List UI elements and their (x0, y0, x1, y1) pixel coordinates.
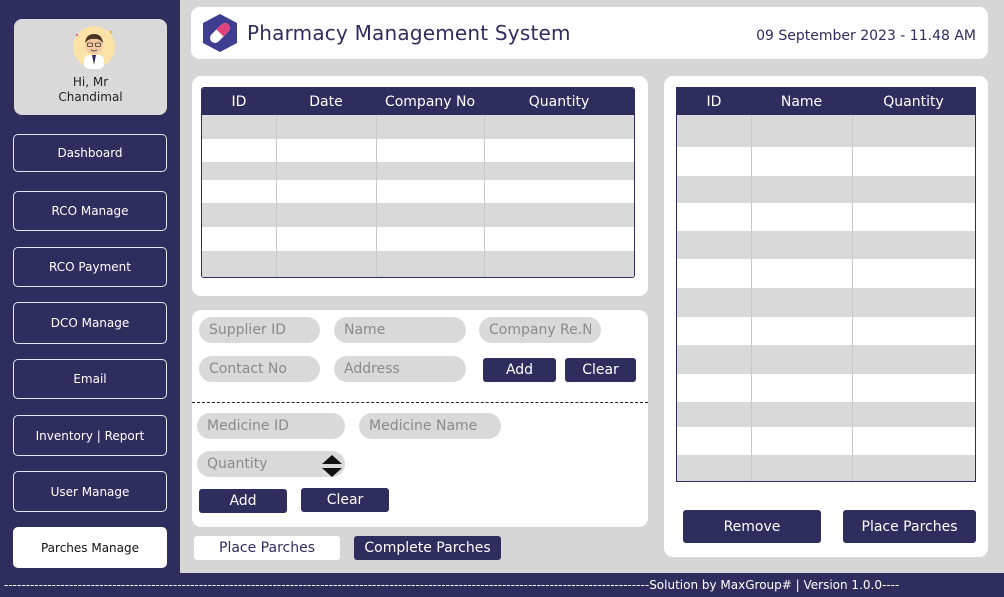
footer-dashes-right: ---- (881, 578, 900, 592)
main-panel: Pharmacy Management System 09 September … (180, 0, 1004, 573)
table-row[interactable] (677, 176, 975, 203)
nav-dashboard-button[interactable]: Dashboard (13, 134, 167, 172)
table-row[interactable] (677, 231, 975, 259)
nav-inventory-report-button[interactable]: Inventory | Report (13, 415, 167, 456)
col-quantity: Quantity (852, 88, 975, 115)
supplier-id-input[interactable] (199, 317, 320, 343)
order-table-header: ID Date Company No Quantity (202, 88, 634, 115)
name-input[interactable] (334, 317, 466, 343)
company-reg-input[interactable] (479, 317, 601, 343)
table-row[interactable] (677, 345, 975, 374)
table-row[interactable] (677, 147, 975, 176)
greeting-text: Hi, Mr (72, 75, 109, 89)
item-table-card: ID Name Quantity Remove Place Parches (664, 76, 988, 557)
remove-button[interactable]: Remove (683, 510, 821, 543)
complete-parches-button[interactable]: Complete Parches (354, 536, 501, 560)
table-row[interactable] (677, 455, 975, 481)
nav-parches-manage-button[interactable]: Parches Manage (13, 527, 167, 568)
nav-rco-manage-button[interactable]: RCO Manage (13, 191, 167, 231)
col-date: Date (276, 88, 376, 115)
footer-dashes-left: ----------------------------------------… (4, 578, 650, 592)
address-input[interactable] (334, 356, 466, 382)
place-parches-confirm-button[interactable]: Place Parches (843, 510, 976, 543)
medicine-add-button[interactable]: Add (199, 489, 287, 513)
table-row[interactable] (677, 374, 975, 402)
medicine-name-input[interactable] (359, 413, 501, 439)
form-divider (192, 402, 648, 403)
col-company-no: Company No (376, 88, 484, 115)
app-title: Pharmacy Management System (247, 21, 571, 45)
contact-no-input[interactable] (199, 356, 320, 382)
table-row[interactable] (202, 251, 634, 277)
place-parches-button[interactable]: Place Parches (194, 536, 340, 560)
nav-rco-payment-button[interactable]: RCO Payment (13, 247, 167, 287)
table-row[interactable] (677, 427, 975, 455)
item-table[interactable]: ID Name Quantity (676, 87, 976, 482)
table-row[interactable] (202, 115, 634, 139)
nav-dco-manage-button[interactable]: DCO Manage (13, 302, 167, 344)
pill-logo-icon (203, 14, 237, 52)
table-row[interactable] (202, 139, 634, 162)
col-id: ID (202, 88, 276, 115)
table-row[interactable] (202, 162, 634, 180)
header-bar: Pharmacy Management System 09 September … (191, 7, 988, 59)
footer-text: Solution by MaxGroup# | Version 1.0.0 (649, 578, 882, 592)
medicine-id-input[interactable] (197, 413, 345, 439)
col-id: ID (677, 88, 751, 115)
table-row[interactable] (677, 317, 975, 345)
table-row[interactable] (677, 115, 975, 147)
profile-card: Hi, Mr Chandimal (14, 19, 167, 115)
datetime-display: 09 September 2023 - 11.48 AM (756, 28, 976, 44)
order-table-card: ID Date Company No Quantity (192, 76, 648, 296)
table-row[interactable] (202, 227, 634, 251)
table-row[interactable] (202, 203, 634, 227)
table-row[interactable] (202, 180, 634, 203)
col-name: Name (751, 88, 852, 115)
avatar (73, 26, 115, 69)
nav-user-manage-button[interactable]: User Manage (13, 471, 167, 512)
table-row[interactable] (677, 203, 975, 231)
user-name: Chandimal (58, 90, 123, 104)
medicine-clear-button[interactable]: Clear (301, 488, 389, 512)
col-quantity: Quantity (484, 88, 634, 115)
footer-bar: ----------------------------------------… (0, 573, 1004, 597)
table-row[interactable] (677, 402, 975, 427)
nav-email-button[interactable]: Email (13, 359, 167, 399)
sidebar: Hi, Mr Chandimal Dashboard RCO Manage RC… (0, 0, 180, 573)
supplier-add-button[interactable]: Add (483, 358, 556, 382)
table-row[interactable] (677, 259, 975, 288)
purchase-form: Add Clear Add Clear (192, 310, 648, 527)
table-row[interactable] (677, 288, 975, 317)
quantity-stepper-icon[interactable] (320, 453, 344, 479)
item-table-header: ID Name Quantity (677, 88, 975, 115)
order-table[interactable]: ID Date Company No Quantity (201, 87, 635, 278)
supplier-clear-button[interactable]: Clear (565, 358, 636, 382)
